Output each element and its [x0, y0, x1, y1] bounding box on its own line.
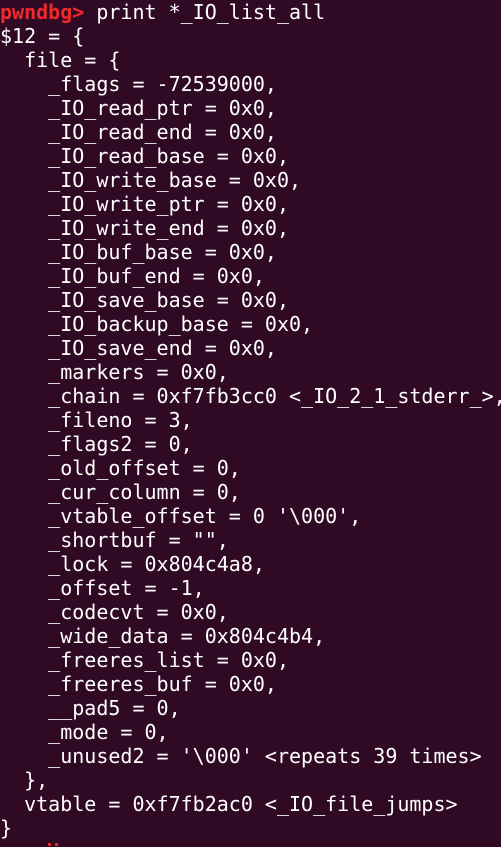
output-line: _IO_buf_base = 0x0, [0, 240, 277, 264]
output-line: _IO_save_end = 0x0, [0, 336, 277, 360]
output-line: _IO_backup_base = 0x0, [0, 312, 314, 336]
output-line: file = { [0, 48, 121, 72]
next-prompt-fragment [48, 843, 58, 846]
output-line: _codecvt = 0x0, [0, 600, 229, 624]
output-line: _freeres_list = 0x0, [0, 648, 289, 672]
output-line: _flags2 = 0, [0, 432, 193, 456]
output-line: _lock = 0x804c4a8, [0, 552, 265, 576]
command-line: pwndbg> print *_IO_list_all [0, 0, 325, 24]
output-line: _IO_buf_end = 0x0, [0, 264, 265, 288]
output-line: _fileno = 3, [0, 408, 193, 432]
output-line: _shortbuf = "", [0, 528, 229, 552]
output-line: $12 = { [0, 24, 85, 48]
output-line: _IO_write_base = 0x0, [0, 168, 302, 192]
output-line: _offset = -1, [0, 576, 205, 600]
output-line: _old_offset = 0, [0, 456, 241, 480]
output-line: _IO_read_base = 0x0, [0, 144, 289, 168]
output-line: _flags = -72539000, [0, 72, 277, 96]
output-line: _cur_column = 0, [0, 480, 241, 504]
output-line: _chain = 0xf7fb3cc0 <_IO_2_1_stderr_>, [0, 384, 501, 408]
output-line: _IO_read_end = 0x0, [0, 120, 277, 144]
output-line: _IO_write_ptr = 0x0, [0, 192, 289, 216]
output-line: _markers = 0x0, [0, 360, 229, 384]
output-line: _wide_data = 0x804c4b4, [0, 624, 326, 648]
output-line: _IO_save_base = 0x0, [0, 288, 289, 312]
output-line: _mode = 0, [0, 720, 169, 744]
output-line: _IO_write_end = 0x0, [0, 216, 289, 240]
terminal-window[interactable]: pwndbg> print *_IO_list_all $12 = { file… [0, 0, 501, 847]
output-line: } [0, 816, 13, 840]
output-line: _unused2 = '\000' <repeats 39 times> [0, 744, 482, 768]
gdb-prompt: pwndbg> [0, 0, 85, 24]
output-line: vtable = 0xf7fb2ac0 <_IO_file_jumps> [0, 792, 458, 816]
output-line: }, [0, 768, 49, 792]
output-line: _freeres_buf = 0x0, [0, 672, 277, 696]
output-line: _IO_read_ptr = 0x0, [0, 96, 277, 120]
output-line: _vtable_offset = 0 '\000', [0, 504, 362, 528]
command-text: print *_IO_list_all [84, 0, 326, 24]
output-line: __pad5 = 0, [0, 696, 181, 720]
